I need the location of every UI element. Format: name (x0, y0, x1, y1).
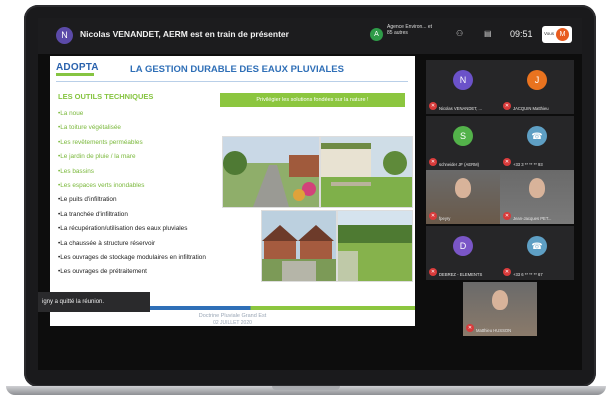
logo-underline (56, 73, 94, 76)
tool-item: •Le jardin de pluie / la mare (58, 153, 136, 161)
presentation-slide: ADOPTA LA GESTION DURABLE DES EAUX PLUVI… (50, 56, 415, 326)
section-heading: LES OUTILS TECHNIQUES (58, 92, 154, 101)
people-icon[interactable]: ⚇ (456, 29, 463, 38)
tool-item: •La tranchée d'infiltration (58, 210, 128, 218)
participant-avatar: ☎ (527, 126, 547, 146)
screen: N Nicolas VENANDET, AERM est en train de… (38, 18, 582, 370)
tool-item: •La chaussée à structure réservoir (58, 239, 156, 247)
tool-item: •Les espaces verts inondables (58, 182, 145, 190)
photo-street-swale (222, 136, 320, 208)
participant-avatar: D (453, 236, 473, 256)
tool-item: •La noue (58, 110, 84, 117)
tool-item: •Les bassins (58, 167, 94, 175)
participant-video (455, 178, 471, 198)
tools-list: •La noue •La toiture végétalisée •Les revê… (58, 107, 228, 280)
title-divider (56, 81, 408, 82)
participant-tile[interactable]: ☎ ✕ +33 3 ** ** ** 93 (500, 116, 574, 170)
participant-name: DEBREZ - ELEMENTS (439, 272, 483, 277)
participant-tile[interactable]: J ✕ JACQUIN Matthieu (500, 60, 574, 114)
participant-name: +33 6 ** ** ** 67 (513, 272, 543, 277)
tool-item: •Le puits d'infiltration (58, 196, 117, 204)
nature-banner: Privilégier les solutions fondées sur la… (220, 93, 405, 107)
participant-avatar: S (453, 126, 473, 146)
mic-muted-icon: ✕ (503, 212, 511, 220)
participant-avatar: J (527, 70, 547, 90)
participant-video (492, 290, 508, 310)
participant-name: Jean-Jacques PET... (513, 216, 552, 221)
slide-title: LA GESTION DURABLE DES EAUX PLUVIALES (130, 64, 344, 75)
left-meeting-toast: igny a quitté la réunion. (38, 292, 150, 312)
mic-muted-icon: ✕ (466, 324, 474, 332)
participant-name: JACQUIN Matthieu (513, 106, 549, 111)
tool-item: •Les ouvrages de stockage modulaires en … (58, 254, 206, 262)
mic-muted-icon: ✕ (503, 102, 511, 110)
mic-muted-icon: ✕ (429, 268, 437, 276)
participant-tile[interactable]: ✕ Jean-Jacques PET... (500, 170, 574, 224)
participant-video (529, 178, 545, 198)
participant-name: fpeyry (439, 216, 451, 221)
participant-tile[interactable]: ☎ ✕ +33 6 ** ** ** 67 (500, 226, 574, 280)
meeting-top-bar: N Nicolas VENANDET, AERM est en train de… (38, 18, 582, 54)
chat-icon[interactable]: ▤ (484, 29, 492, 38)
participant-name: Nicolas VENANDET, ... (439, 106, 483, 111)
participant-tile[interactable]: D ✕ DEBREZ - ELEMENTS (426, 226, 500, 280)
adopta-logo: ADOPTA (56, 62, 99, 73)
meeting-clock: 09:51 (510, 29, 533, 39)
footer-event: Doctrine Pluviale Grand Est (198, 313, 267, 319)
mic-muted-icon: ✕ (429, 212, 437, 220)
participant-tile[interactable]: S ✕ schneider JF (AERM) (426, 116, 500, 170)
participant-tile[interactable]: ✕ fpeyry (426, 170, 500, 224)
tool-item: •La toiture végétalisée (58, 124, 121, 132)
mic-muted-icon: ✕ (429, 102, 437, 110)
participant-name: Matthieu HUSSON (476, 328, 512, 333)
participants-summary[interactable]: Agence Environ... et 85 autres (387, 24, 435, 36)
presenter-status: Nicolas VENANDET, AERM est en train de p… (80, 29, 289, 39)
self-label: Vous (544, 31, 555, 36)
footer-date: 02 JUILLET 2020 (213, 320, 252, 326)
tool-item: •Les revêtements perméables (58, 138, 143, 146)
photo-brick-houses (261, 210, 337, 282)
presenter-avatar: N (56, 27, 73, 44)
participant-avatar: N (453, 70, 473, 90)
participant-tile[interactable]: ✕ Matthieu HUSSON (463, 282, 537, 336)
self-avatar: M (556, 28, 569, 41)
organization-avatar[interactable]: A (370, 28, 383, 41)
tool-item: •Les ouvrages de prétraitement (58, 268, 147, 276)
participant-name: schneider JF (AERM) (439, 162, 480, 167)
photo-green-roof-house (320, 136, 413, 208)
participant-tile[interactable]: N ✕ Nicolas VENANDET, ... (426, 60, 500, 114)
mic-muted-icon: ✕ (429, 158, 437, 166)
mic-muted-icon: ✕ (503, 268, 511, 276)
photo-wetland-basin (337, 210, 413, 282)
participant-avatar: ☎ (527, 236, 547, 256)
participant-name: +33 3 ** ** ** 93 (513, 162, 543, 167)
mic-muted-icon: ✕ (503, 158, 511, 166)
tool-item: •La récupération/utilisation des eaux pl… (58, 225, 188, 233)
laptop-notch (272, 386, 340, 390)
self-user-chip[interactable]: Vous M (542, 26, 572, 43)
